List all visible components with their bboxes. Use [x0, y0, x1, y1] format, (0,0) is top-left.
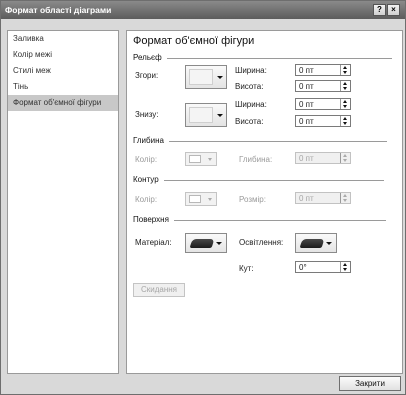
- bottom-height-label: Висота:: [235, 117, 264, 126]
- contour-size-label: Розмір:: [239, 195, 266, 204]
- lighting-label: Освітлення:: [239, 238, 284, 247]
- top-bevel-label: Згори:: [135, 71, 159, 80]
- pen-color-icon: [189, 155, 201, 163]
- nav-item-shadow[interactable]: Тінь: [8, 79, 118, 95]
- contour-color-label: Колір:: [135, 195, 158, 204]
- chevron-down-icon: [326, 242, 332, 245]
- section-surface-divider: [173, 219, 386, 221]
- angle-spinner[interactable]: 0°: [295, 261, 351, 273]
- bottom-bevel-button[interactable]: [185, 103, 227, 127]
- top-width-value: 0 пт: [299, 66, 314, 75]
- lighting-button[interactable]: [295, 233, 337, 253]
- contour-size-spinner[interactable]: 0 пт: [295, 192, 351, 204]
- spinner-arrows-icon[interactable]: [340, 81, 350, 91]
- title-bar: Формат області діаграми ? ×: [1, 1, 405, 19]
- bottom-width-label: Ширина:: [235, 100, 267, 109]
- spinner-arrows-icon[interactable]: [340, 262, 350, 272]
- close-button[interactable]: Закрити: [339, 376, 401, 391]
- contour-size-value: 0 пт: [299, 194, 314, 203]
- format-chart-area-dialog: Формат області діаграми ? × Заливка Колі…: [0, 0, 406, 395]
- top-width-label: Ширина:: [235, 66, 267, 75]
- chevron-down-icon: [217, 114, 223, 117]
- help-button[interactable]: ?: [373, 4, 386, 16]
- top-height-label: Висота:: [235, 82, 264, 91]
- section-relief-label: Рельєф: [133, 53, 162, 62]
- section-relief: Рельєф: [133, 53, 392, 63]
- spinner-arrows-icon[interactable]: [340, 65, 350, 75]
- section-contour-label: Контур: [133, 175, 159, 184]
- nav-item-border-color[interactable]: Колір межі: [8, 47, 118, 63]
- section-surface: Поверхня: [133, 215, 386, 225]
- material-preview-icon: [189, 239, 215, 248]
- top-bevel-button[interactable]: [185, 65, 227, 89]
- window-title: Формат області діаграми: [5, 5, 112, 15]
- reset-button[interactable]: Скидання: [133, 283, 185, 297]
- category-nav: Заливка Колір межі Стилі меж Тінь Формат…: [7, 30, 119, 374]
- pen-color-icon: [189, 195, 201, 203]
- section-depth: Глибина: [133, 136, 387, 146]
- section-contour: Контур: [133, 175, 384, 185]
- top-height-value: 0 пт: [299, 82, 314, 91]
- bottom-width-value: 0 пт: [299, 100, 314, 109]
- close-window-button[interactable]: ×: [387, 4, 400, 16]
- material-label: Матеріал:: [135, 238, 172, 247]
- bottom-width-spinner[interactable]: 0 пт: [295, 98, 351, 110]
- spinner-arrows-icon[interactable]: [340, 116, 350, 126]
- depth-value: 0 пт: [299, 154, 314, 163]
- depth-color-label: Колір:: [135, 155, 158, 164]
- section-depth-divider: [168, 140, 387, 142]
- section-contour-divider: [163, 179, 384, 181]
- nav-item-border-styles[interactable]: Стилі меж: [8, 63, 118, 79]
- spinner-arrows-icon[interactable]: [340, 193, 350, 203]
- depth-label: Глибина:: [239, 155, 273, 164]
- bevel-preview-icon: [189, 107, 213, 123]
- section-depth-label: Глибина: [133, 136, 164, 145]
- angle-value: 0°: [299, 263, 307, 272]
- contour-color-button[interactable]: [185, 192, 217, 206]
- top-height-spinner[interactable]: 0 пт: [295, 80, 351, 92]
- nav-item-3d-format[interactable]: Формат об'ємної фігури: [8, 95, 118, 111]
- bevel-preview-icon: [189, 69, 213, 85]
- section-relief-divider: [166, 57, 392, 59]
- angle-label: Кут:: [239, 264, 254, 273]
- chevron-down-icon: [208, 198, 212, 201]
- bottom-height-spinner[interactable]: 0 пт: [295, 115, 351, 127]
- spinner-arrows-icon[interactable]: [340, 153, 350, 163]
- nav-item-fill[interactable]: Заливка: [8, 31, 118, 47]
- spinner-arrows-icon[interactable]: [340, 99, 350, 109]
- depth-color-button[interactable]: [185, 152, 217, 166]
- section-surface-label: Поверхня: [133, 215, 169, 224]
- material-button[interactable]: [185, 233, 227, 253]
- chevron-down-icon: [216, 242, 222, 245]
- bottom-height-value: 0 пт: [299, 117, 314, 126]
- top-width-spinner[interactable]: 0 пт: [295, 64, 351, 76]
- 3d-format-panel: Формат об'ємної фігури Рельєф Згори: Шир…: [126, 30, 403, 374]
- lighting-preview-icon: [299, 239, 325, 248]
- panel-title: Формат об'ємної фігури: [133, 35, 255, 47]
- chevron-down-icon: [217, 76, 223, 79]
- depth-spinner[interactable]: 0 пт: [295, 152, 351, 164]
- bottom-bevel-label: Знизу:: [135, 110, 159, 119]
- chevron-down-icon: [208, 158, 212, 161]
